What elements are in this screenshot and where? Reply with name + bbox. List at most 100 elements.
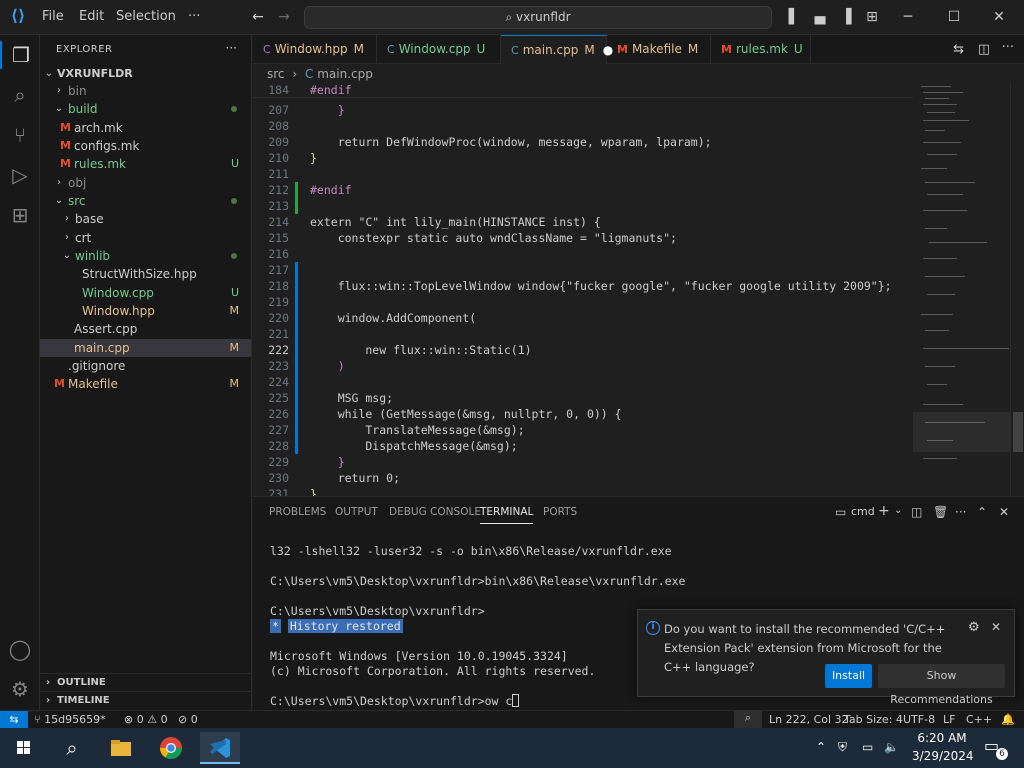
remote-icon[interactable]: ⇆ (0, 711, 28, 729)
tree-item-build[interactable]: ⌄ build (40, 100, 251, 118)
tree-item-base[interactable]: › base (40, 210, 251, 228)
tab-rules-mk[interactable]: Mrules.mk U (711, 35, 811, 64)
tab-main-cpp[interactable]: Cmain.cpp M ● (501, 35, 613, 64)
breadcrumb-folder[interactable]: src (267, 67, 285, 81)
ports-status[interactable]: ⊘ 0 (178, 713, 198, 726)
tree-item-crt[interactable]: › crt (40, 229, 251, 247)
tree-item-structwithsize[interactable]: StructWithSize.hpp (40, 265, 251, 283)
notifications-bell-icon[interactable]: 🔔 (1001, 713, 1015, 726)
run-debug-icon[interactable]: ▷ (6, 161, 34, 189)
branch-icon: ⑂ (34, 713, 41, 726)
tree-item-src[interactable]: ⌄ src (40, 192, 251, 210)
tab-makefile[interactable]: M Makefile M (607, 35, 711, 64)
branch-status[interactable]: ⑂ 15d95659* (34, 713, 106, 726)
volume-icon[interactable]: 🔈 (884, 740, 899, 754)
end-of-line[interactable]: LF (943, 713, 955, 726)
editor-more-icon[interactable]: ··· (1002, 40, 1014, 55)
close-icon[interactable]: ✕ (991, 620, 1001, 634)
tree-item-rules-mk[interactable]: M rules.mk U (40, 155, 251, 173)
outline-section[interactable]: › OUTLINE (40, 673, 251, 691)
code-line: 213 (253, 198, 913, 214)
search-icon[interactable]: ⌕ (52, 732, 92, 764)
language-mode[interactable]: C++ (966, 713, 992, 726)
split-editor-icon[interactable]: ◫ (978, 42, 990, 57)
network-icon[interactable]: ▭ (862, 740, 873, 754)
timeline-section[interactable]: › TIMELINE (40, 691, 251, 709)
panel-tab-output[interactable]: OUTPUT (335, 506, 378, 518)
tree-item-obj[interactable]: › obj (40, 174, 251, 192)
vscode-taskbar-icon[interactable] (200, 732, 240, 764)
tree-item-winlib[interactable]: ⌄ winlib (40, 247, 251, 265)
tree-item-assert-cpp[interactable]: Assert.cpp (40, 320, 251, 338)
tree-item-main-cpp[interactable]: main.cpp M (40, 339, 251, 357)
command-center[interactable]: ⌕ vxrunfldr (304, 6, 772, 29)
maximize-panel-icon[interactable]: ⌃ (977, 505, 987, 519)
scroll-thumb[interactable] (1013, 412, 1023, 452)
tree-item-gitignore[interactable]: .gitignore (40, 357, 251, 375)
panel-tab-debug-console[interactable]: DEBUG CONSOLE (389, 506, 481, 518)
toggle-secondary-sidebar-icon[interactable]: ▐ (838, 9, 854, 25)
show-recommendations-button[interactable]: Show Recommendations (878, 664, 1005, 706)
explorer-icon[interactable]: ❐ (0, 41, 40, 69)
tree-item-arch-mk[interactable]: M arch.mk (40, 119, 251, 137)
toggle-primary-sidebar-icon[interactable]: ▌ (786, 9, 802, 25)
extensions-icon[interactable]: ⊞ (6, 201, 34, 229)
source-control-icon[interactable]: ⑂ (6, 121, 34, 149)
tree-item-makefile[interactable]: M Makefile M (40, 375, 251, 393)
makefile-icon: M (60, 157, 71, 170)
search-view-icon[interactable]: ⌕ (6, 81, 34, 109)
tab-window-hpp[interactable]: C Window.hpp M (253, 35, 377, 64)
breadcrumb-file[interactable]: main.cpp (317, 67, 373, 81)
cursor-position[interactable]: Ln 222, Col 32 (769, 713, 849, 726)
panel-tab-terminal[interactable]: TERMINAL (480, 506, 534, 524)
settings-gear-icon[interactable]: ⚙ (6, 675, 34, 703)
clock-time[interactable]: 6:20 AM (916, 731, 968, 745)
editor-scrollbar[interactable] (1010, 82, 1024, 496)
tree-item-window-cpp[interactable]: Window.cpp U (40, 284, 251, 302)
makefile-icon: M (617, 43, 628, 56)
code-editor[interactable]: 184 #endif 207 } 208 209 return DefWindow… (253, 82, 913, 496)
defender-icon[interactable]: ⛨ (838, 740, 847, 755)
terminal-shell-label[interactable]: cmd (851, 505, 875, 518)
close-window-icon[interactable]: ✕ (991, 9, 1007, 25)
customize-layout-icon[interactable]: ⊞ (864, 9, 880, 25)
chevron-right-icon: › (46, 695, 51, 706)
tree-item-configs-mk[interactable]: M configs.mk (40, 137, 251, 155)
gear-icon[interactable]: ⚙ (968, 620, 980, 635)
forward-arrow-icon[interactable]: → (276, 9, 292, 25)
file-explorer-icon[interactable] (101, 732, 141, 764)
split-terminal-icon[interactable]: ◫ (911, 505, 922, 519)
trash-icon[interactable]: 🗑 (933, 505, 948, 519)
explorer-more-button[interactable]: ··· (226, 41, 237, 55)
tree-item-bin[interactable]: › bin (40, 82, 251, 100)
menu-edit[interactable]: Edit (79, 9, 104, 24)
chevron-down-icon[interactable]: ⌄ (894, 505, 902, 516)
menu-file[interactable]: File (42, 9, 64, 24)
menu-more[interactable]: ··· (188, 9, 200, 24)
new-terminal-icon[interactable]: + (878, 503, 890, 519)
install-button[interactable]: Install (825, 664, 872, 688)
tab-window-cpp[interactable]: C Window.cpp U (377, 35, 501, 64)
panel-tab-problems[interactable]: PROBLEMS (269, 506, 326, 518)
zoom-icon[interactable]: ⌕ (734, 711, 762, 729)
minimize-icon[interactable]: ─ (900, 9, 916, 25)
more-icon[interactable]: ··· (955, 505, 966, 519)
windows-start-icon[interactable] (4, 732, 44, 764)
account-icon[interactable]: ◯ (6, 635, 34, 663)
clock-date[interactable]: 3/29/2024 (912, 749, 974, 763)
maximize-icon[interactable]: ☐ (946, 9, 962, 25)
tree-item-window-hpp[interactable]: Window.hpp M (40, 302, 251, 320)
back-arrow-icon[interactable]: ← (250, 9, 266, 25)
problems-status[interactable]: ⊗ 0 ⚠ 0 (124, 713, 168, 726)
tab-size[interactable]: Tab Size: 4 (844, 713, 903, 726)
encoding[interactable]: UTF-8 (903, 713, 935, 726)
chevron-up-icon[interactable]: ⌃ (816, 740, 826, 754)
chrome-icon[interactable] (151, 732, 191, 764)
toggle-panel-icon[interactable]: ▄ (812, 9, 828, 25)
panel-tab-ports[interactable]: PORTS (543, 506, 577, 518)
tree-root[interactable]: ⌄ VXRUNFLDR (40, 65, 251, 83)
compare-changes-icon[interactable]: ⇆ (953, 42, 964, 57)
menu-selection[interactable]: Selection (116, 9, 176, 24)
close-panel-icon[interactable]: ✕ (999, 505, 1009, 519)
minimap[interactable] (913, 82, 1010, 496)
